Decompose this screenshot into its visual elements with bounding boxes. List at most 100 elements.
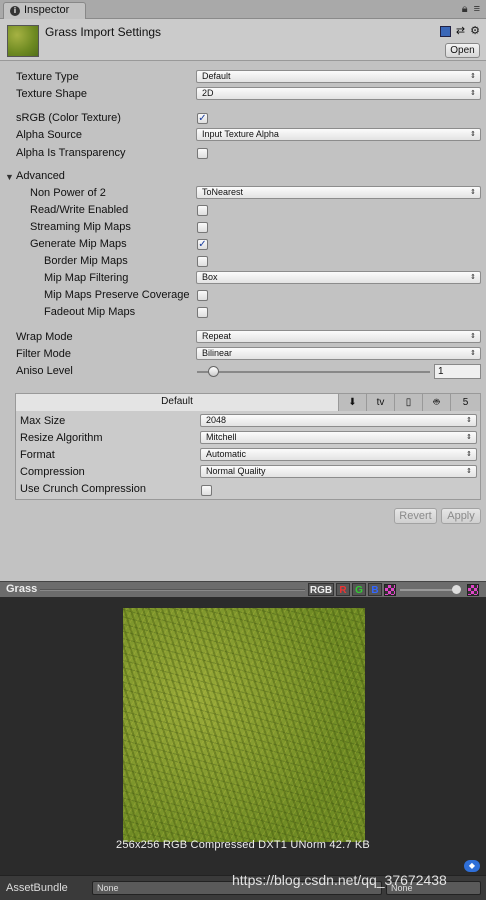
- alpha-transparency-checkbox[interactable]: [197, 148, 208, 159]
- wrap-mode-label: Wrap Mode: [16, 331, 73, 343]
- read-write-label: Read/Write Enabled: [30, 204, 129, 216]
- texture-type-dropdown[interactable]: Default ⇕: [196, 70, 481, 83]
- html5-icon[interactable]: 5: [450, 394, 480, 411]
- foldout-arrow-icon[interactable]: ▼: [5, 172, 14, 182]
- aniso-level-field[interactable]: 1: [434, 364, 481, 379]
- mip-filtering-value: Box: [202, 272, 218, 282]
- apply-button[interactable]: Apply: [441, 508, 481, 524]
- streaming-mip-label: Streaming Mip Maps: [30, 221, 131, 233]
- preview-toolbar: Grass RGB R G B: [0, 581, 486, 597]
- android-icon[interactable]: 🤖︎: [422, 394, 450, 411]
- compression-label: Compression: [20, 466, 85, 478]
- crunch-checkbox[interactable]: [201, 485, 212, 496]
- lock-icon[interactable]: 🔒︎: [462, 3, 468, 15]
- channel-r-button[interactable]: R: [336, 583, 350, 596]
- tab-bar: i Inspector 🔒︎ ≡: [0, 0, 486, 19]
- asset-bundle-label: AssetBundle: [6, 882, 68, 894]
- gear-icon[interactable]: ⚙: [470, 25, 480, 37]
- mip-level-slider-knob[interactable]: [452, 585, 461, 594]
- compression-value: Normal Quality: [206, 466, 266, 476]
- channel-g-button[interactable]: G: [352, 583, 366, 596]
- filter-mode-label: Filter Mode: [16, 348, 72, 360]
- dropdown-arrows-icon: ⇕: [470, 189, 476, 196]
- filter-mode-dropdown[interactable]: Bilinear ⇕: [196, 347, 481, 360]
- fadeout-mip-checkbox[interactable]: [197, 307, 208, 318]
- channel-rgb-button[interactable]: RGB: [308, 583, 334, 596]
- preview-title: Grass: [6, 583, 38, 595]
- dropdown-arrows-icon: ⇕: [470, 90, 476, 97]
- texture-type-label: Texture Type: [16, 71, 79, 83]
- dropdown-arrows-icon: ⇕: [470, 274, 476, 281]
- mip-level-slider[interactable]: [400, 589, 458, 591]
- appletv-icon[interactable]: tv: [366, 394, 394, 411]
- aniso-slider-track[interactable]: [197, 371, 430, 373]
- texture-shape-dropdown[interactable]: 2D ⇕: [196, 87, 481, 100]
- preset-icon[interactable]: ⇄: [456, 25, 465, 37]
- dropdown-arrows-icon: ⇕: [470, 131, 476, 138]
- open-button[interactable]: Open: [445, 43, 480, 58]
- non-power-of-2-label: Non Power of 2: [30, 187, 106, 199]
- grass-texture-preview: [123, 608, 365, 842]
- texture-shape-value: 2D: [202, 88, 214, 98]
- wrap-mode-value: Repeat: [202, 331, 232, 341]
- max-size-value: 2048: [206, 415, 227, 425]
- read-write-checkbox[interactable]: [197, 205, 208, 216]
- preserve-coverage-checkbox[interactable]: [197, 290, 208, 301]
- page-title: Grass Import Settings: [45, 25, 162, 39]
- dropdown-arrows-icon: ⇕: [470, 333, 476, 340]
- menu-icon[interactable]: ≡: [474, 3, 480, 15]
- texture-shape-label: Texture Shape: [16, 88, 87, 100]
- format-value: Automatic: [206, 449, 247, 459]
- wrap-mode-dropdown[interactable]: Repeat ⇕: [196, 330, 481, 343]
- resize-algorithm-dropdown[interactable]: Mitchell ⇕: [200, 431, 477, 444]
- alpha-source-dropdown[interactable]: Input Texture Alpha ⇕: [196, 128, 481, 141]
- alpha-transparency-label: Alpha Is Transparency: [16, 147, 126, 159]
- streaming-mip-checkbox[interactable]: [197, 222, 208, 233]
- help-book-icon[interactable]: [439, 25, 451, 37]
- resize-algorithm-label: Resize Algorithm: [20, 432, 103, 444]
- format-dropdown[interactable]: Automatic ⇕: [200, 448, 477, 461]
- filter-mode-value: Bilinear: [202, 348, 233, 358]
- preview-drag-handle[interactable]: [40, 589, 305, 591]
- max-size-dropdown[interactable]: 2048 ⇕: [200, 414, 477, 427]
- srgb-label: sRGB (Color Texture): [16, 112, 121, 124]
- tag-icon[interactable]: ◆: [464, 860, 480, 872]
- info-icon: i: [10, 6, 20, 16]
- mip-filtering-dropdown[interactable]: Box ⇕: [196, 271, 481, 284]
- aniso-slider-knob[interactable]: [208, 366, 219, 377]
- texture-info: 256x256 RGB Compressed DXT1 UNorm 42.7 K…: [116, 839, 370, 851]
- border-mip-checkbox[interactable]: [197, 256, 208, 267]
- revert-button[interactable]: Revert: [394, 508, 437, 524]
- mip-checker-icon[interactable]: [467, 584, 479, 596]
- header-icons: ⇄ ⚙: [435, 24, 480, 37]
- dropdown-arrows-icon: ⇕: [466, 434, 472, 441]
- dropdown-arrows-icon: ⇕: [470, 350, 476, 357]
- tab-label: Inspector: [24, 4, 70, 16]
- tab-default-platform[interactable]: Default: [16, 394, 338, 411]
- inspector-header: Grass Import Settings ⇄ ⚙ Open: [0, 19, 486, 61]
- resize-algorithm-value: Mitchell: [206, 432, 237, 442]
- checkmark-icon: ✓: [198, 239, 207, 250]
- dropdown-arrows-icon: ⇕: [470, 73, 476, 80]
- dropdown-arrows-icon: ⇕: [466, 468, 472, 475]
- border-mip-label: Border Mip Maps: [44, 255, 128, 267]
- non-power-of-2-value: ToNearest: [202, 187, 244, 197]
- watermark-text: https://blog.csdn.net/qq_37672438: [232, 872, 447, 888]
- channel-b-button[interactable]: B: [368, 583, 382, 596]
- checkmark-icon: ✓: [198, 113, 207, 124]
- tab-tools: 🔒︎ ≡: [456, 3, 480, 16]
- phone-icon[interactable]: ▯: [394, 394, 422, 411]
- generate-mip-checkbox[interactable]: ✓: [197, 239, 208, 250]
- crunch-label: Use Crunch Compression: [20, 483, 146, 495]
- alpha-checker-icon[interactable]: [384, 584, 396, 596]
- max-size-label: Max Size: [20, 415, 66, 427]
- download-icon[interactable]: ⬇: [338, 394, 366, 411]
- compression-dropdown[interactable]: Normal Quality ⇕: [200, 465, 477, 478]
- srgb-checkbox[interactable]: ✓: [197, 113, 208, 124]
- tab-inspector[interactable]: i Inspector: [3, 2, 86, 19]
- appletv-label: tv: [376, 397, 385, 408]
- advanced-foldout[interactable]: Advanced: [16, 170, 65, 182]
- non-power-of-2-dropdown[interactable]: ToNearest ⇕: [196, 186, 481, 199]
- dropdown-arrows-icon: ⇕: [466, 451, 472, 458]
- aniso-level-label: Aniso Level: [16, 365, 73, 377]
